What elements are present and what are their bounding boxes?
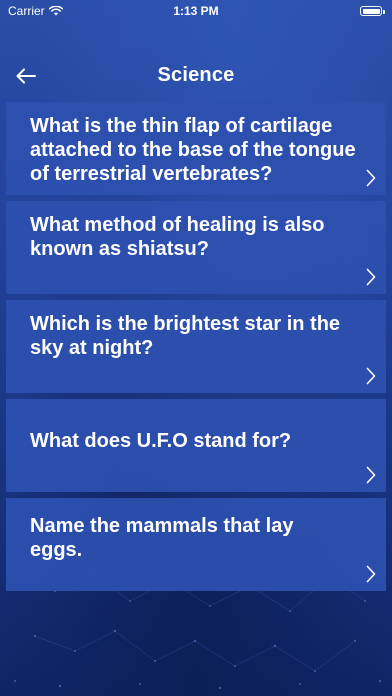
chevron-right-icon [366,367,376,385]
navigation-bar: Science [0,56,392,100]
question-text: What does U.F.O stand for? [30,430,292,452]
page-title: Science [157,64,235,86]
question-text: Which is the brightest star in the sky a… [30,313,341,359]
question-card[interactable]: What method of healing is also known as … [6,201,386,294]
chevron-right-icon [366,169,376,187]
question-card[interactable]: Which is the brightest star in the sky a… [6,300,386,393]
question-text: What method of healing is also known as … [30,214,325,260]
question-card[interactable]: Name the mammals that lay eggs. [6,498,386,591]
chevron-right-icon [366,268,376,286]
status-time: 1:13 PM [173,4,219,18]
chevron-right-icon [366,466,376,484]
question-card[interactable]: What does U.F.O stand for? [6,399,386,492]
status-bar: Carrier 1:13 PM [0,0,392,22]
question-card[interactable]: What is the thin flap of cartilage attac… [6,102,386,195]
battery-icon [360,6,385,16]
chevron-right-icon [366,565,376,583]
question-text: What is the thin flap of cartilage attac… [30,115,356,185]
question-text: Name the mammals that lay eggs. [30,515,294,561]
question-list: What is the thin flap of cartilage attac… [6,102,386,597]
